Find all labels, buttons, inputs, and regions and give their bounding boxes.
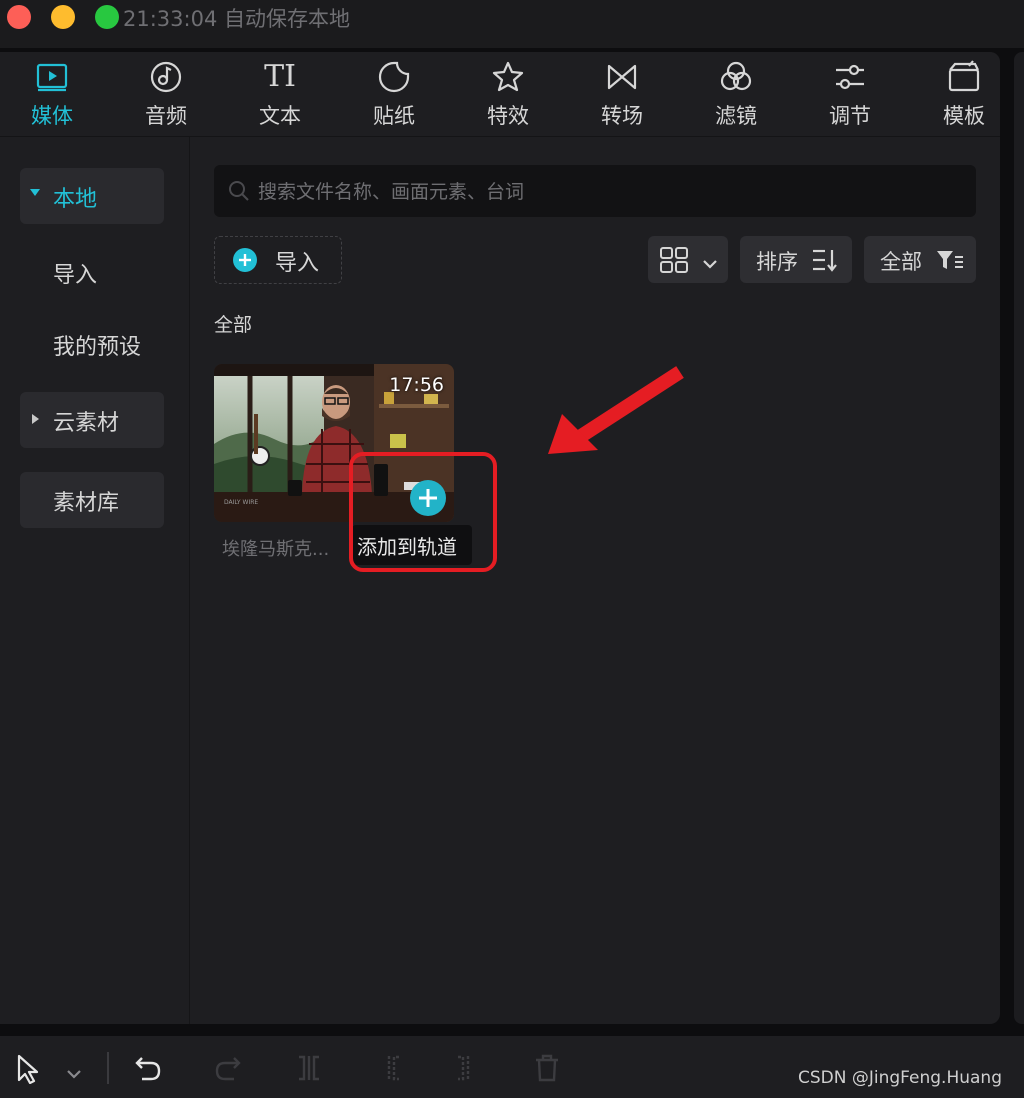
chevron-down-icon	[703, 254, 717, 273]
adjacent-panel-edge	[1014, 52, 1024, 1024]
watermark: CSDN @JingFeng.Huang	[798, 1068, 1002, 1088]
audio-icon	[149, 60, 183, 94]
import-button[interactable]: 导入	[214, 236, 342, 284]
search-box[interactable]	[214, 165, 976, 219]
cursor-arrow-icon	[17, 1054, 39, 1085]
view-mode-button[interactable]	[648, 236, 728, 283]
tab-effects[interactable]: 特效	[463, 60, 553, 132]
close-window-button[interactable]	[7, 5, 31, 29]
annotation-arrow	[540, 362, 690, 466]
sidebar-item-import[interactable]: 导入	[20, 244, 164, 300]
caret-right-icon	[32, 414, 39, 424]
autosave-status: 21:33:04 自动保存本地	[123, 7, 350, 31]
funnel-icon	[936, 249, 964, 275]
tab-transition[interactable]: 转场	[577, 60, 667, 132]
filter-icon	[719, 60, 753, 94]
template-icon	[947, 60, 981, 94]
filter-button[interactable]: 全部	[864, 236, 976, 283]
sidebar-item-cloud[interactable]: 云素材	[20, 392, 164, 448]
sidebar-item-my-presets[interactable]: 我的预设	[20, 316, 164, 372]
undo-icon	[135, 1057, 161, 1081]
sidebar-item-local[interactable]: 本地	[20, 168, 164, 224]
category-tabs: 媒体 音频 TI 文本 贴纸 特效 转场 滤镜 调节 模板	[0, 52, 1000, 137]
tab-media[interactable]: 媒体	[7, 60, 97, 132]
media-icon	[35, 60, 69, 94]
split-icon	[299, 1055, 319, 1081]
video-duration: 17:56	[389, 374, 444, 396]
trim-left-button[interactable]	[376, 1054, 402, 1086]
trim-right-button[interactable]	[455, 1054, 481, 1086]
sidebar: 本地 导入 我的预设 云素材 素材库	[0, 137, 190, 1024]
delete-button[interactable]	[534, 1054, 560, 1086]
sort-icon	[812, 248, 838, 276]
svg-text:DAILY WIRE: DAILY WIRE	[224, 499, 258, 506]
zoom-window-button[interactable]	[95, 5, 119, 29]
effects-icon	[491, 60, 525, 94]
media-filename: 埃隆马斯克...	[222, 539, 330, 560]
plus-circle-icon	[233, 248, 257, 272]
annotation-highlight-box	[349, 452, 497, 572]
toolbar-divider	[107, 1052, 109, 1084]
redo-icon	[215, 1057, 241, 1081]
search-input[interactable]	[256, 165, 960, 219]
transition-icon	[605, 60, 639, 94]
caret-down-icon	[30, 189, 40, 196]
tab-audio[interactable]: 音频	[121, 60, 211, 132]
tab-text[interactable]: TI 文本	[235, 60, 325, 132]
sticker-icon	[377, 60, 411, 94]
redo-button[interactable]	[214, 1054, 242, 1086]
trim-left-icon	[387, 1055, 399, 1081]
minimize-window-button[interactable]	[51, 5, 75, 29]
pointer-tool-button[interactable]	[16, 1054, 42, 1088]
tab-sticker[interactable]: 贴纸	[349, 60, 439, 132]
trim-right-icon	[458, 1055, 470, 1081]
adjust-icon	[833, 60, 867, 94]
text-icon: TI	[264, 59, 296, 94]
title-bar: 21:33:04 自动保存本地	[0, 0, 1024, 48]
tab-template[interactable]: 模板	[919, 60, 1000, 132]
bottom-toolbar	[0, 1036, 1024, 1098]
grid-view-icon	[660, 247, 688, 277]
split-button[interactable]	[296, 1054, 322, 1086]
sidebar-item-library[interactable]: 素材库	[20, 472, 164, 528]
undo-button[interactable]	[134, 1054, 162, 1086]
search-icon	[228, 180, 250, 206]
sort-button[interactable]: 排序	[740, 236, 852, 283]
tab-filter[interactable]: 滤镜	[691, 60, 781, 132]
pointer-options-chevron-icon[interactable]	[66, 1064, 82, 1083]
section-title: 全部	[214, 314, 253, 336]
tab-adjust[interactable]: 调节	[805, 60, 895, 132]
trash-icon	[536, 1054, 558, 1082]
